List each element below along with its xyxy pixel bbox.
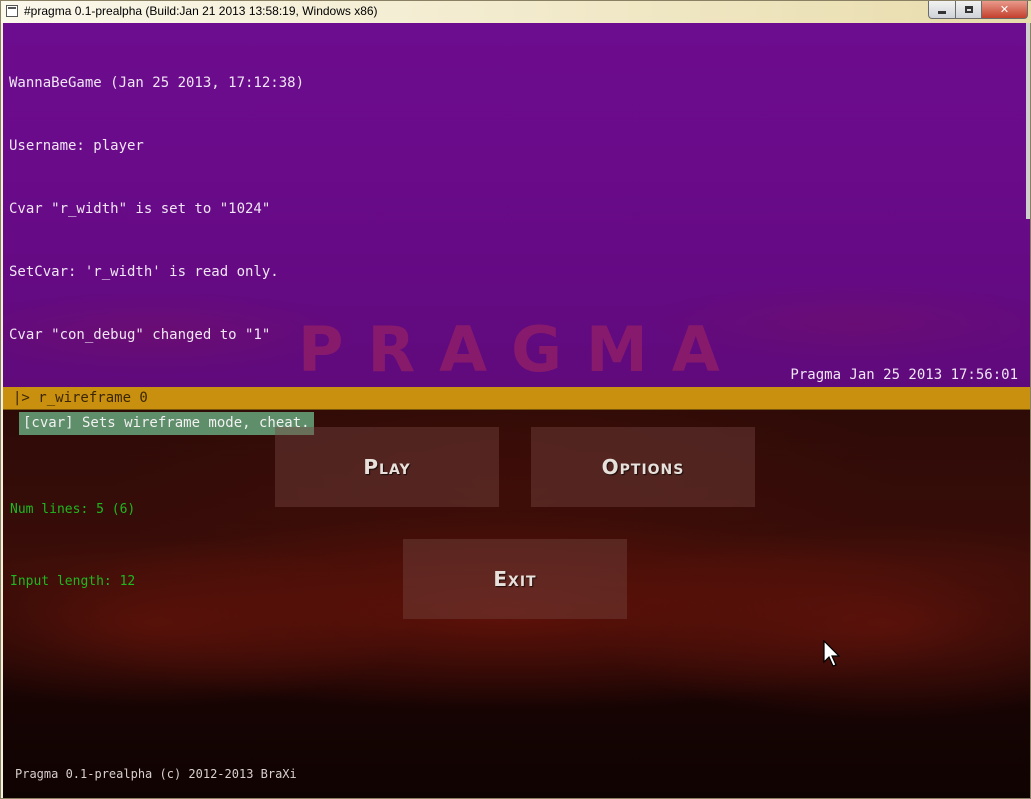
console-scrollbar[interactable] (1026, 23, 1030, 219)
play-button[interactable]: Play (275, 427, 499, 507)
app-icon[interactable] (6, 5, 18, 17)
game-viewport[interactable]: PRAGMA WannaBeGame (Jan 25 2013, 17:12:3… (3, 23, 1030, 798)
mouse-cursor-icon (823, 640, 841, 667)
window-controls: ✕ (928, 1, 1028, 19)
console-line: Cvar "r_width" is set to "1024" (9, 201, 271, 217)
input-length-readout: Input length: 12 (10, 574, 136, 589)
console-line: Cvar "con_debug" changed to "1" (9, 327, 271, 343)
maximize-button[interactable] (956, 1, 982, 19)
autocomplete-hint[interactable]: [cvar] Sets wireframe mode, cheat. (19, 412, 314, 435)
pragma-logo: PRAGMA (298, 313, 744, 386)
exit-button[interactable]: Exit (403, 539, 627, 619)
console-debug-info: Num lines: 5 (6) Input length: 12 (10, 450, 135, 642)
options-button[interactable]: Options (531, 427, 755, 507)
window-title: #pragma 0.1-prealpha (Build:Jan 21 2013 … (24, 4, 378, 18)
console-line: SetCvar: 'r_width' is read only. (9, 264, 279, 280)
console-line: WannaBeGame (Jan 25 2013, 17:12:38) (9, 75, 305, 91)
title-bar[interactable]: #pragma 0.1-prealpha (Build:Jan 21 2013 … (1, 1, 1031, 23)
num-lines-readout: Num lines: 5 (6) (10, 502, 136, 517)
maximize-icon (964, 6, 973, 13)
console-input-bar[interactable]: |> r_wireframe 0 (3, 387, 1030, 410)
console-input[interactable]: |> r_wireframe 0 (13, 390, 148, 406)
minimize-button[interactable] (928, 1, 956, 19)
console-version-stamp: Pragma Jan 25 2013 17:56:01 (790, 367, 1018, 383)
close-icon: ✕ (999, 3, 1010, 16)
console-output: WannaBeGame (Jan 25 2013, 17:12:38) User… (9, 31, 304, 388)
console-line: Username: player (9, 138, 144, 154)
copyright-footer: Pragma 0.1-prealpha (c) 2012-2013 BraXi (15, 767, 297, 781)
console-panel: PRAGMA WannaBeGame (Jan 25 2013, 17:12:3… (3, 23, 1030, 387)
minimize-icon (938, 11, 946, 14)
close-button[interactable]: ✕ (982, 1, 1028, 19)
app-window: #pragma 0.1-prealpha (Build:Jan 21 2013 … (0, 0, 1031, 799)
